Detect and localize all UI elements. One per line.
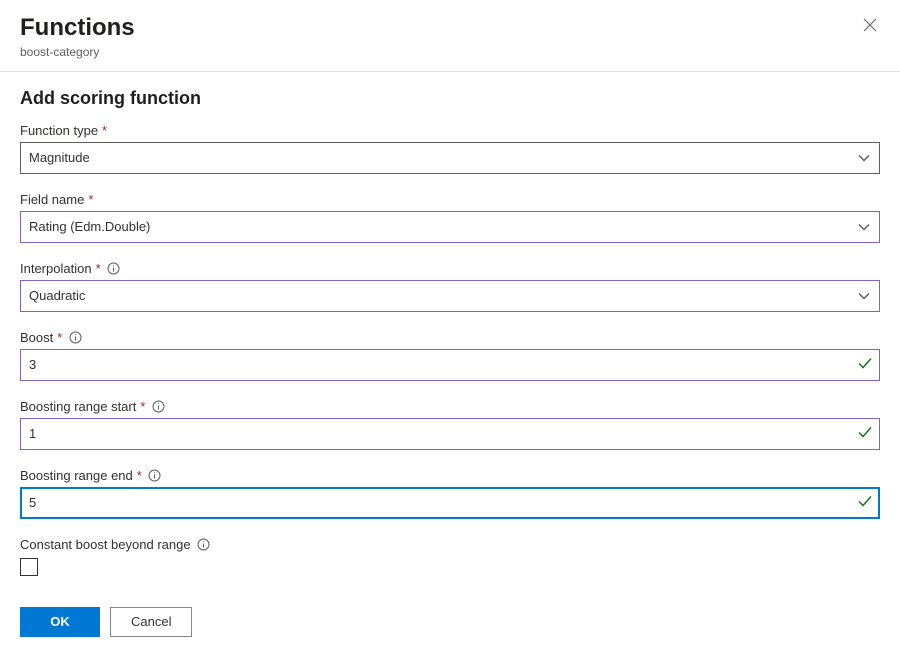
cancel-button[interactable]: Cancel [110,607,192,637]
panel-title: Functions [20,14,880,43]
panel-content: Add scoring function Function type * Mag… [0,72,900,657]
field-boost: Boost * [20,330,880,381]
required-marker: * [88,192,93,207]
range-end-input[interactable] [20,487,880,519]
field-field-name: Field name * Rating (Edm.Double) [20,192,880,243]
info-icon[interactable] [151,399,165,413]
panel-header: Functions boost-category [0,0,900,72]
select-value: Rating (Edm.Double) [29,219,150,234]
field-name-select[interactable]: Rating (Edm.Double) [20,211,880,243]
select-value: Magnitude [29,150,90,165]
constant-boost-checkbox[interactable] [20,558,38,576]
info-icon[interactable] [148,468,162,482]
section-title: Add scoring function [20,88,880,109]
label-text: Boosting range start [20,399,136,414]
info-icon[interactable] [107,261,121,275]
function-type-select[interactable]: Magnitude [20,142,880,174]
field-label: Field name * [20,192,880,207]
boost-input[interactable] [20,349,880,381]
label-text: Boost [20,330,53,345]
field-interpolation: Interpolation * Quadratic [20,261,880,312]
field-label: Boost * [20,330,880,345]
interpolation-select[interactable]: Quadratic [20,280,880,312]
required-marker: * [102,123,107,138]
label-text: Function type [20,123,98,138]
ok-button[interactable]: OK [20,607,100,637]
required-marker: * [140,399,145,414]
select-value: Quadratic [29,288,85,303]
close-icon [863,18,877,35]
field-label: Function type * [20,123,880,138]
required-marker: * [137,468,142,483]
field-label: Boosting range end * [20,468,880,483]
field-constant-boost: Constant boost beyond range [20,537,880,579]
label-text: Constant boost beyond range [20,537,191,552]
field-label: Boosting range start * [20,399,880,414]
label-text: Field name [20,192,84,207]
field-range-start: Boosting range start * [20,399,880,450]
required-marker: * [57,330,62,345]
label-text: Interpolation [20,261,92,276]
required-marker: * [96,261,101,276]
info-icon[interactable] [197,537,211,551]
field-function-type: Function type * Magnitude [20,123,880,174]
close-button[interactable] [862,18,878,34]
range-start-input[interactable] [20,418,880,450]
field-label: Interpolation * [20,261,880,276]
info-icon[interactable] [68,330,82,344]
label-text: Boosting range end [20,468,133,483]
field-range-end: Boosting range end * [20,468,880,519]
button-row: OK Cancel [20,607,880,637]
field-label: Constant boost beyond range [20,537,880,552]
panel-subtitle: boost-category [20,45,880,59]
